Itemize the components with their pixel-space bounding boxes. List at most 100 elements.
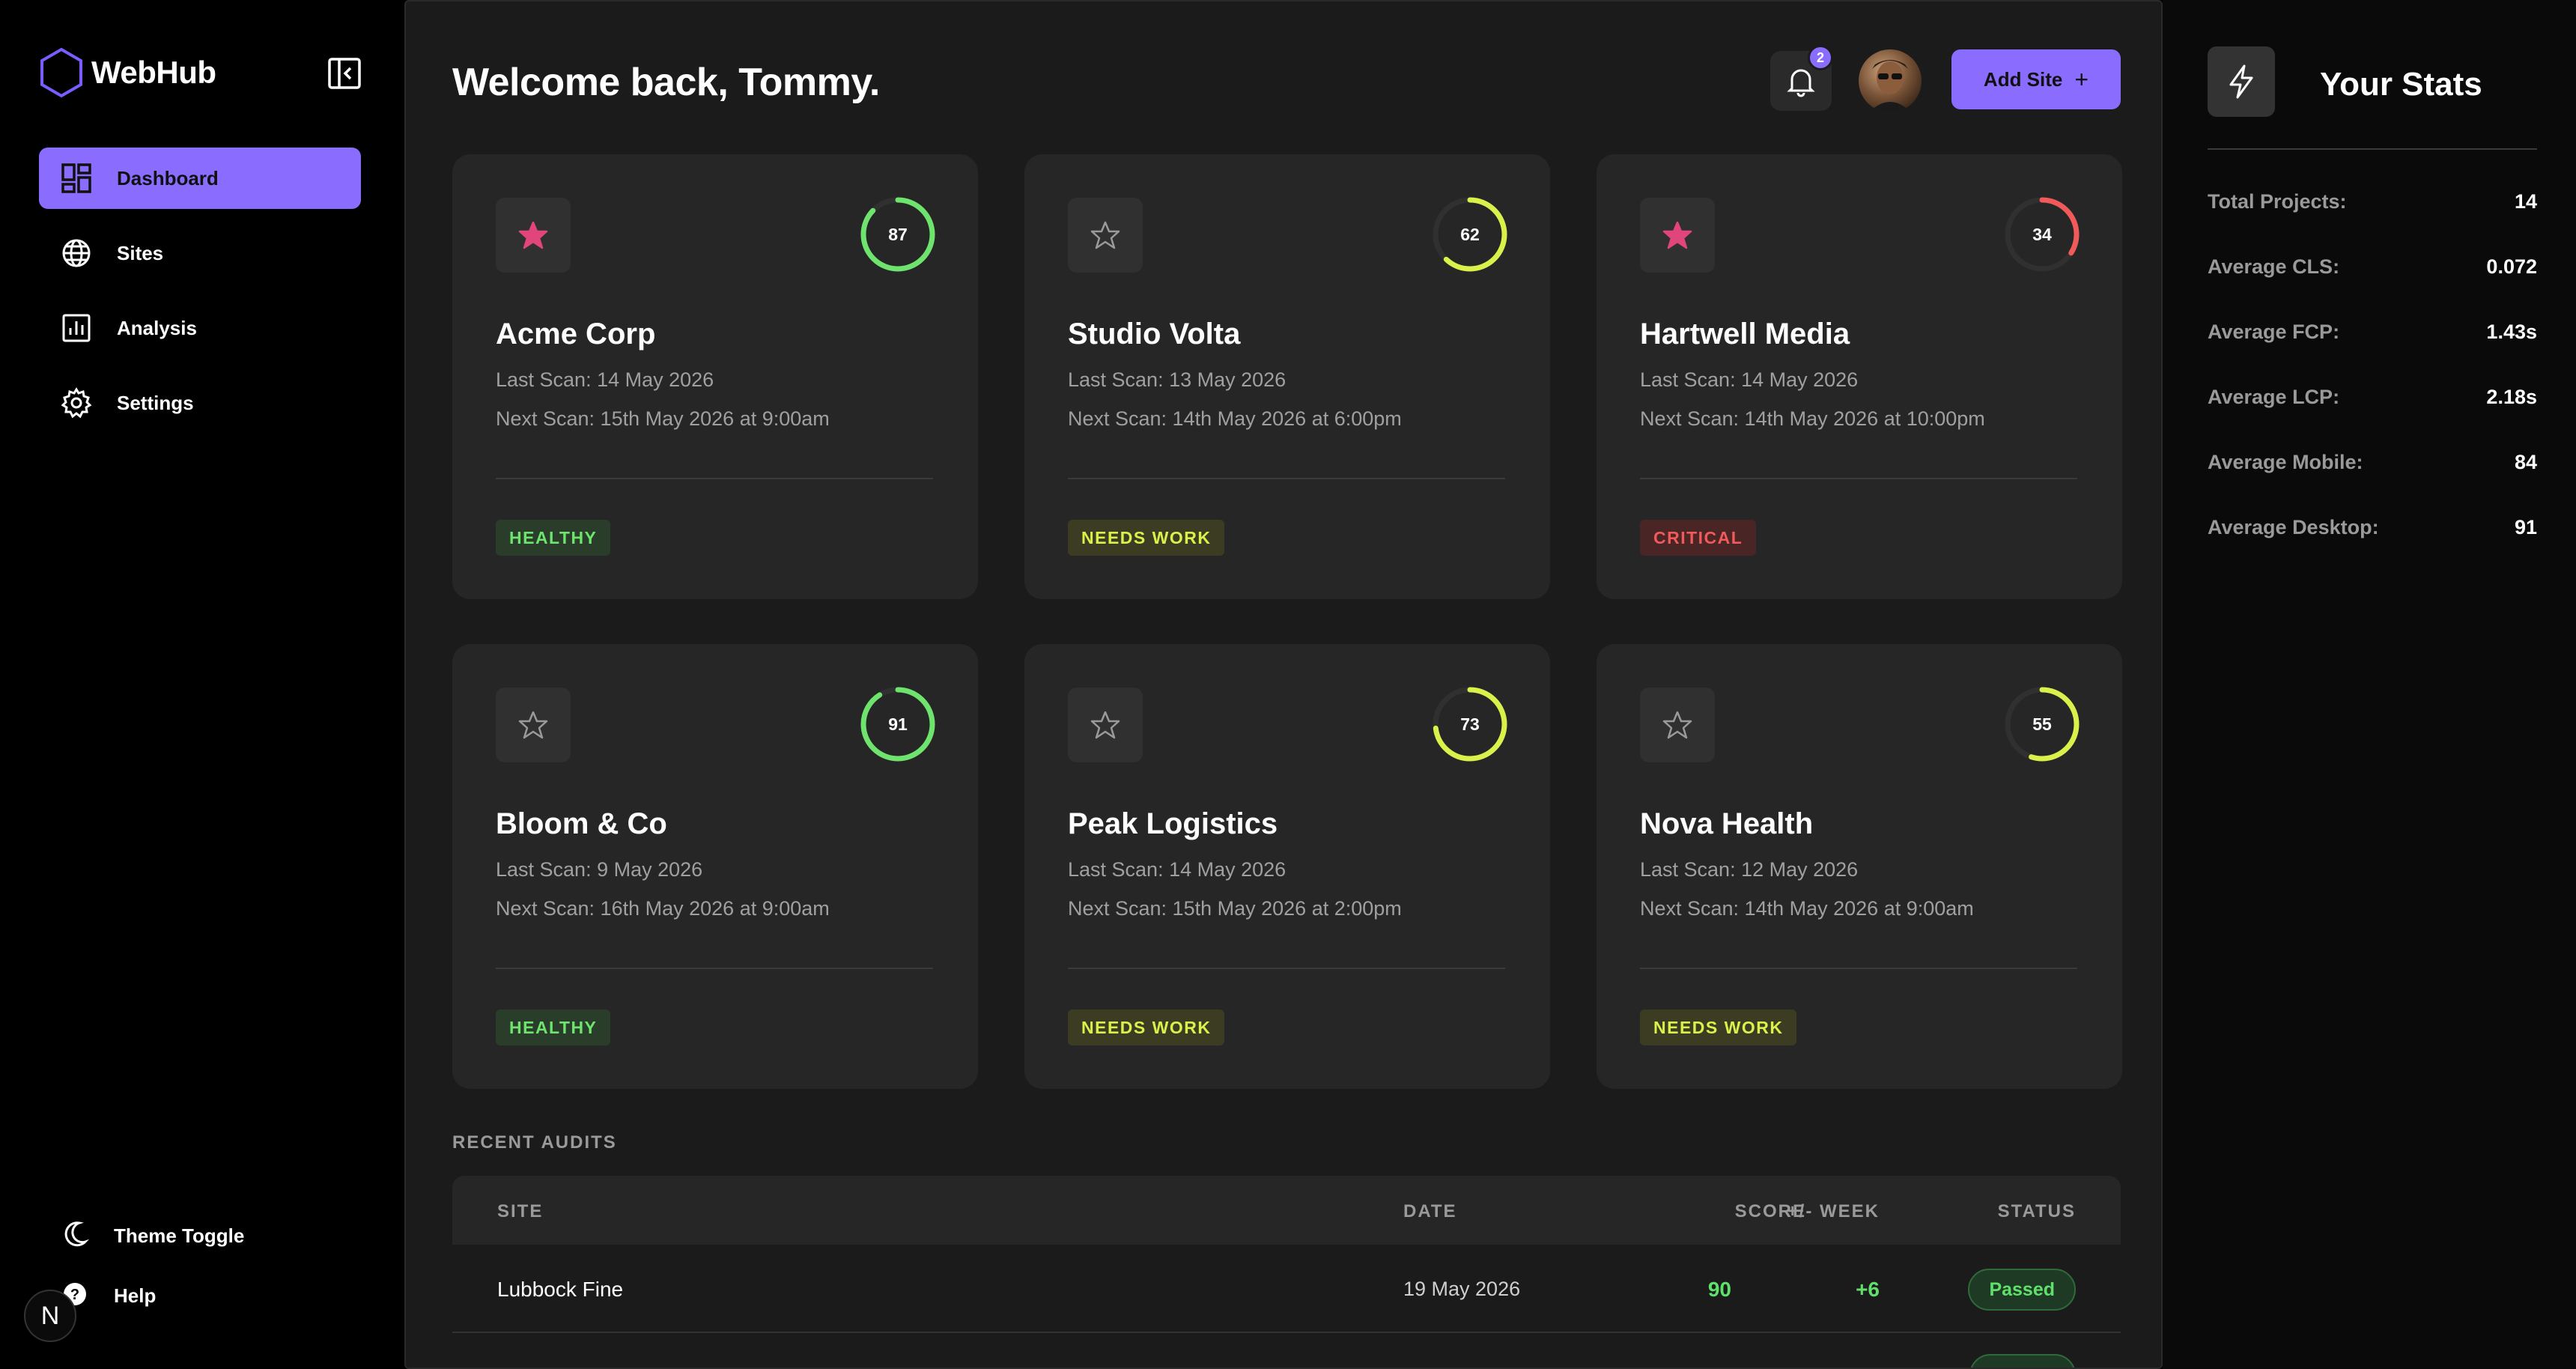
- add-site-label: Add Site: [1983, 67, 2063, 91]
- site-card[interactable]: 62 Studio Volta Last Scan: 13 May 2026 N…: [1024, 154, 1550, 599]
- card-divider: [496, 478, 933, 479]
- stats-divider: [2208, 148, 2537, 150]
- sidebar-item-dashboard[interactable]: Dashboard: [39, 148, 361, 209]
- sidebar-item-settings[interactable]: Settings: [39, 372, 361, 434]
- sidebar-item-analysis[interactable]: Analysis: [39, 297, 361, 359]
- column-header-status[interactable]: STATUS: [1998, 1201, 2076, 1222]
- star-icon: [1662, 221, 1692, 249]
- panel-collapse-icon: [328, 58, 361, 89]
- last-scan: Last Scan: 14 May 2026: [496, 368, 714, 391]
- score-value: 87: [888, 224, 908, 244]
- stats-panel: Your Stats Total Projects: 14 Average CLS…: [2163, 0, 2576, 1369]
- score-value: 34: [2032, 224, 2052, 244]
- site-card[interactable]: 34 Hartwell Media Last Scan: 14 May 2026…: [1597, 154, 2122, 599]
- score-value: 91: [888, 714, 908, 734]
- last-scan: Last Scan: 14 May 2026: [1640, 368, 1859, 391]
- audit-week-change: +6: [1856, 1278, 1880, 1301]
- card-divider: [1640, 968, 2077, 969]
- gear-icon: [60, 386, 93, 419]
- stat-value: 14: [2514, 190, 2537, 213]
- stat-label: Average LCP:: [2208, 386, 2340, 408]
- globe-icon: [60, 237, 93, 270]
- sidebar: WebHub Dashboard Sites Analysis Settings…: [0, 0, 404, 1369]
- site-card[interactable]: 91 Bloom & Co Last Scan: 9 May 2026 Next…: [452, 644, 978, 1089]
- audit-score: 90: [1707, 1278, 1731, 1301]
- favorite-star-button[interactable]: [496, 687, 571, 762]
- table-row[interactable]: Lubbock Fine 19 May 2026 90 +6 Passed: [452, 1245, 2121, 1333]
- audit-site: Lubbock Fine: [497, 1278, 624, 1301]
- stat-row: Average FCP: 1.43s: [2208, 321, 2537, 344]
- next-scan: Next Scan: 15th May 2026 at 2:00pm: [1068, 897, 1402, 920]
- next-scan: Next Scan: 16th May 2026 at 9:00am: [496, 897, 830, 920]
- sidebar-nav: Dashboard Sites Analysis Settings: [39, 148, 361, 447]
- stat-label: Average Desktop:: [2208, 516, 2379, 538]
- status-badge: NEEDS WORK: [1068, 1010, 1225, 1045]
- stat-row: Average CLS: 0.072: [2208, 255, 2537, 279]
- card-divider: [496, 968, 933, 969]
- status-badge: HEALTHY: [496, 1010, 611, 1045]
- stat-row: Average Desktop: 91: [2208, 516, 2537, 539]
- table-header: SITE DATE SCORE +/- WEEK STATUS: [452, 1176, 2121, 1245]
- site-name: Studio Volta: [1068, 318, 1241, 350]
- stat-row: Average Mobile: 84: [2208, 451, 2537, 474]
- stat-label: Average FCP:: [2208, 321, 2340, 343]
- column-header-date[interactable]: DATE: [1403, 1201, 1457, 1222]
- next-scan: Next Scan: 14th May 2026 at 6:00pm: [1068, 407, 1402, 430]
- theme-toggle-label: Theme Toggle: [114, 1224, 245, 1247]
- main-content: Welcome back, Tommy. 2 Add Site + 87 Acm…: [404, 0, 2163, 1369]
- status-badge: CRITICAL: [1640, 520, 1757, 556]
- favorite-star-button[interactable]: [1640, 198, 1715, 273]
- card-divider: [1640, 478, 2077, 479]
- status-badge: Passed: [1968, 1269, 2076, 1311]
- score-value: 55: [2032, 714, 2052, 734]
- sidebar-item-label: Settings: [117, 391, 194, 414]
- sidebar-bottom: Theme Toggle ? Help: [39, 1213, 361, 1333]
- next-scan: Next Scan: 14th May 2026 at 9:00am: [1640, 897, 1974, 920]
- theme-toggle-button[interactable]: Theme Toggle: [39, 1213, 361, 1258]
- page-title: Welcome back, Tommy.: [452, 61, 880, 104]
- favorite-star-button[interactable]: [1068, 198, 1143, 273]
- sidebar-item-label: Dashboard: [117, 166, 219, 189]
- site-name: Nova Health: [1640, 807, 1814, 840]
- score-value: 73: [1460, 714, 1480, 734]
- card-divider: [1068, 478, 1505, 479]
- sidebar-item-sites[interactable]: Sites: [39, 222, 361, 284]
- site-name: Acme Corp: [496, 318, 656, 350]
- avatar[interactable]: [1859, 49, 1922, 112]
- last-scan: Last Scan: 14 May 2026: [1068, 858, 1287, 881]
- help-button[interactable]: ? Help: [39, 1273, 361, 1318]
- table-row[interactable]: [452, 1333, 2121, 1368]
- stat-value: 0.072: [2486, 255, 2537, 278]
- sidebar-collapse-button[interactable]: [326, 57, 364, 91]
- next-dev-badge[interactable]: N: [24, 1290, 76, 1342]
- add-site-button[interactable]: Add Site +: [1951, 49, 2121, 109]
- favorite-star-button[interactable]: [496, 198, 571, 273]
- column-header-site[interactable]: SITE: [497, 1201, 543, 1222]
- stat-value: 84: [2514, 451, 2537, 473]
- brand-logo[interactable]: WebHub: [39, 46, 216, 99]
- bell-icon: [1787, 69, 1815, 97]
- site-name: Hartwell Media: [1640, 318, 1850, 350]
- last-scan: Last Scan: 13 May 2026: [1068, 368, 1287, 391]
- brand-name: WebHub: [91, 55, 216, 90]
- favorite-star-button[interactable]: [1640, 687, 1715, 762]
- last-scan: Last Scan: 12 May 2026: [1640, 858, 1859, 881]
- status-badge: [1969, 1354, 2076, 1368]
- chart-icon: [60, 312, 93, 344]
- next-scan: Next Scan: 14th May 2026 at 10:00pm: [1640, 407, 1985, 430]
- sidebar-item-label: Analysis: [117, 316, 197, 339]
- favorite-star-button[interactable]: [1068, 687, 1143, 762]
- last-scan: Last Scan: 9 May 2026: [496, 858, 703, 881]
- site-card[interactable]: 73 Peak Logistics Last Scan: 14 May 2026…: [1024, 644, 1550, 1089]
- status-badge: NEEDS WORK: [1640, 1010, 1797, 1045]
- site-card[interactable]: 55 Nova Health Last Scan: 12 May 2026 Ne…: [1597, 644, 2122, 1089]
- stats-title: Your Stats: [2320, 66, 2482, 103]
- stat-row: Average LCP: 2.18s: [2208, 386, 2537, 409]
- recent-audits-table: SITE DATE SCORE +/- WEEK STATUS Lubbock …: [452, 1176, 2121, 1368]
- star-icon: [1090, 221, 1120, 249]
- plus-icon: +: [2074, 65, 2089, 93]
- stat-value: 2.18s: [2486, 386, 2537, 408]
- column-header-week[interactable]: +/- WEEK: [1787, 1201, 1880, 1222]
- site-card[interactable]: 87 Acme Corp Last Scan: 14 May 2026 Next…: [452, 154, 978, 599]
- audit-date: 19 May 2026: [1403, 1278, 1521, 1300]
